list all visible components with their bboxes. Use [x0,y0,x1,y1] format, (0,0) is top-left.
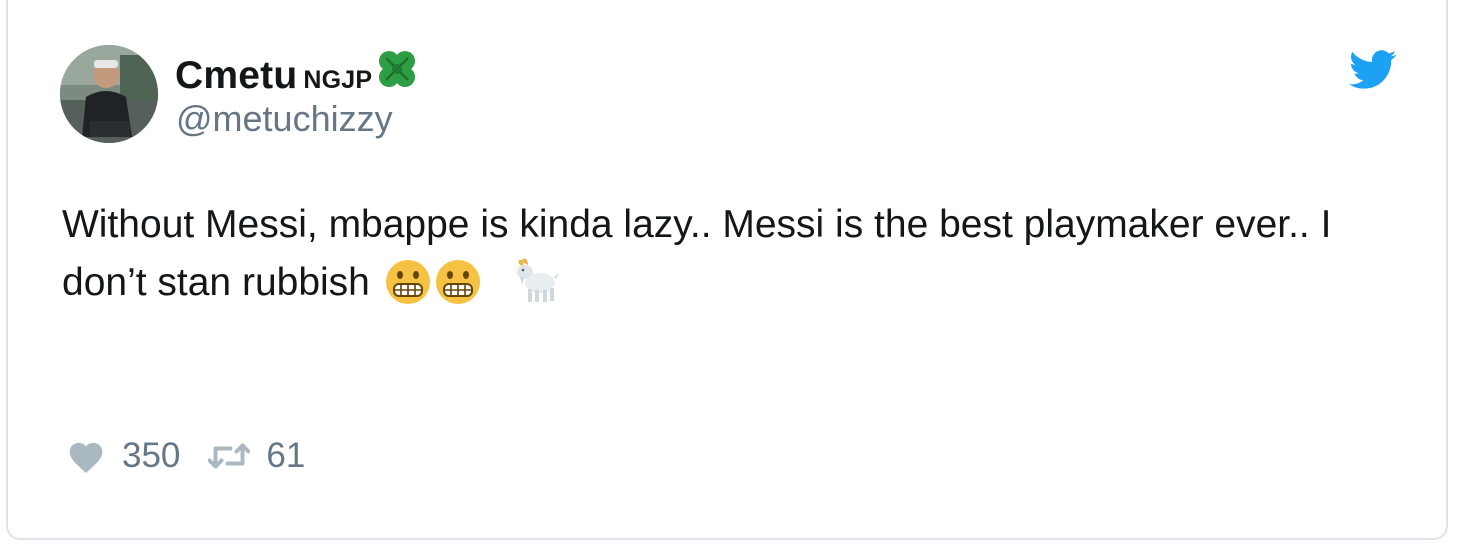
tweet-actions: 350 61 [66,432,305,480]
four-leaf-clover-icon [374,46,420,102]
tweet-text: Without Messi, mbappe is kinda lazy.. Me… [62,196,1392,322]
tweet-body: Without Messi, mbappe is kinda lazy.. Me… [62,203,1332,304]
like-count: 350 [122,436,181,475]
like-button[interactable]: 350 [66,436,180,476]
grimacing-face-icon [435,259,481,322]
tweet-card: Cmetu NGJP @metuchizzy Without Messi, mba… [6,0,1448,540]
heart-icon [69,442,103,474]
avatar[interactable] [60,45,158,143]
display-name[interactable]: Cmetu NGJP [175,46,420,102]
display-name-suffix: NGJP [303,66,373,94]
avatar-photo [60,45,158,143]
display-name-text: Cmetu [175,54,298,97]
user-handle[interactable]: @metuchizzy [176,98,393,140]
twitter-bird-icon[interactable] [1348,50,1398,90]
goat-icon [510,255,560,322]
retweet-icon [208,443,251,469]
retweet-button[interactable]: 61 [208,436,305,476]
grimacing-face-icon [385,259,431,322]
retweet-count: 61 [266,436,306,475]
